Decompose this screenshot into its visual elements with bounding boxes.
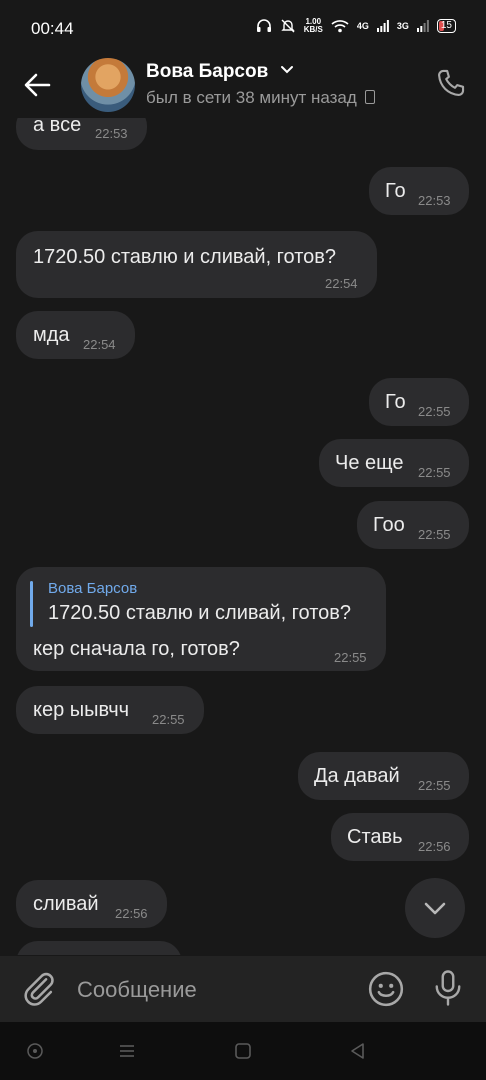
nav-home-icon — [235, 1043, 251, 1059]
network-speed: 1.00 KB/S — [304, 18, 323, 34]
message-outgoing[interactable]: Го 22:55 — [369, 378, 469, 426]
reply-author: Вова Барсов — [48, 580, 138, 597]
message-text: 1720.50 ставлю и сливай, готов? — [33, 246, 337, 268]
message-outgoing[interactable]: Го 22:53 — [369, 167, 469, 215]
chevron-down-icon — [424, 902, 446, 915]
microphone-icon — [435, 970, 461, 1006]
emoji-icon — [368, 971, 404, 1007]
message-text: Го — [385, 180, 406, 202]
message-text: Гоо — [373, 514, 405, 536]
message-incoming-partial[interactable] — [16, 941, 182, 955]
reply-quote-bar — [30, 581, 33, 627]
message-time: 22:56 — [115, 906, 148, 921]
nav-menu-icon — [120, 1045, 134, 1057]
message-list[interactable]: а все 22:53 Го 22:53 1720.50 ставлю и сл… — [0, 0, 486, 955]
status-bar: 00:44 1.00 KB/S 4G 3G 15 — [0, 0, 486, 58]
message-time: 22:55 — [418, 527, 451, 542]
message-text: мда — [33, 324, 70, 346]
voice-message-button[interactable] — [430, 968, 466, 1008]
message-time: 22:54 — [83, 337, 116, 352]
emoji-button[interactable] — [367, 970, 405, 1008]
network-type-2: 3G — [396, 21, 409, 31]
chevron-down-icon — [280, 66, 293, 74]
message-text: кер сначала го, готов? — [33, 638, 240, 660]
message-outgoing[interactable]: Да давай 22:55 — [298, 752, 469, 800]
call-button[interactable] — [434, 66, 468, 100]
message-input[interactable] — [64, 966, 369, 1014]
network-type-1: 4G — [356, 21, 369, 31]
device-icon — [364, 90, 375, 104]
signal-icon — [376, 20, 389, 32]
message-time: 22:55 — [418, 404, 451, 419]
system-navigation-bar — [0, 1022, 486, 1080]
paperclip-icon — [24, 972, 54, 1006]
bell-off-icon — [281, 19, 295, 33]
nav-home-button[interactable] — [232, 1040, 254, 1062]
message-text: сливай — [33, 893, 99, 915]
reply-text: 1720.50 ставлю и сливай, готов? — [48, 602, 352, 624]
wifi-icon — [331, 20, 349, 33]
contact-name-button[interactable]: Вова Барсов — [146, 61, 294, 83]
message-text: Че еще — [335, 452, 404, 474]
headphones-icon — [256, 19, 271, 32]
message-text: Ставь — [347, 826, 403, 848]
message-time: 22:53 — [95, 126, 128, 141]
scroll-to-bottom-button[interactable] — [405, 878, 465, 938]
phone-icon — [438, 69, 465, 96]
chat-header: Вова Барсов был в сети 38 минут назад — [0, 58, 486, 118]
message-time: 22:55 — [418, 778, 451, 793]
nav-circle-icon — [27, 1043, 43, 1059]
nav-recents-button[interactable] — [116, 1040, 138, 1062]
message-outgoing[interactable]: Ставь 22:56 — [331, 813, 469, 861]
nav-back-button[interactable] — [347, 1040, 369, 1062]
contact-status: был в сети 38 минут назад — [146, 88, 375, 108]
message-time: 22:54 — [325, 276, 358, 291]
message-text: Да давай — [314, 765, 400, 787]
nav-assistant-button[interactable] — [24, 1040, 46, 1062]
message-time: 22:56 — [418, 839, 451, 854]
message-text: кер ыывчч — [33, 699, 130, 721]
message-time: 22:55 — [334, 650, 367, 665]
signal-icon — [416, 20, 429, 32]
message-time: 22:55 — [152, 712, 185, 727]
message-incoming[interactable]: кер ыывчч 22:55 — [16, 686, 204, 734]
message-incoming[interactable]: сливай 22:56 — [16, 880, 167, 928]
back-button[interactable] — [18, 64, 58, 104]
last-seen-text: был в сети 38 минут назад — [146, 88, 357, 107]
message-time: 22:55 — [418, 465, 451, 480]
status-icons: 1.00 KB/S 4G 3G 15 — [256, 18, 456, 34]
status-time: 00:44 — [31, 19, 74, 38]
message-text: Го — [385, 391, 406, 413]
message-incoming[interactable]: 1720.50 ставлю и сливай, готов? 22:54 — [16, 231, 377, 298]
attach-button[interactable] — [20, 969, 58, 1007]
back-arrow-icon — [24, 73, 51, 97]
message-composer — [0, 956, 486, 1022]
contact-name: Вова Барсов — [146, 61, 269, 82]
message-incoming[interactable]: мда 22:54 — [16, 311, 135, 359]
message-outgoing[interactable]: Гоо 22:55 — [357, 501, 469, 549]
nav-back-icon — [351, 1043, 364, 1059]
battery-level: 15 — [436, 19, 456, 33]
message-time: 22:53 — [418, 193, 451, 208]
message-outgoing[interactable]: Че еще 22:55 — [319, 439, 469, 487]
speed-unit: KB/S — [303, 25, 323, 34]
message-incoming-reply[interactable]: Вова Барсов 1720.50 ставлю и сливай, гот… — [16, 567, 386, 671]
avatar[interactable] — [81, 58, 135, 112]
